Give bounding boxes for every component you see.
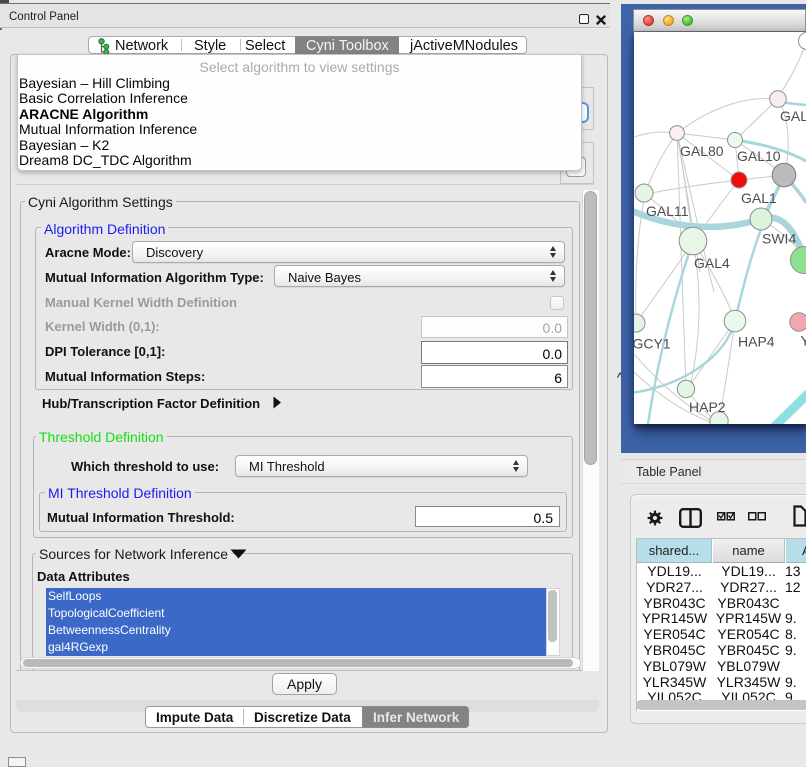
svg-text:GAL10: GAL10 — [737, 148, 781, 164]
svg-text:GAL: GAL — [780, 108, 806, 124]
svg-text:GAL80: GAL80 — [680, 143, 724, 159]
svg-text:GAL4: GAL4 — [694, 255, 730, 271]
svg-text:GAL1: GAL1 — [741, 190, 777, 206]
svg-text:GAL11: GAL11 — [646, 203, 689, 219]
svg-text:HAP2: HAP2 — [689, 399, 726, 415]
svg-text:GCY1: GCY1 — [634, 336, 671, 352]
svg-text:HAP4: HAP4 — [738, 334, 775, 350]
svg-text:Y: Y — [801, 333, 806, 349]
svg-text:SWI4: SWI4 — [762, 231, 796, 247]
